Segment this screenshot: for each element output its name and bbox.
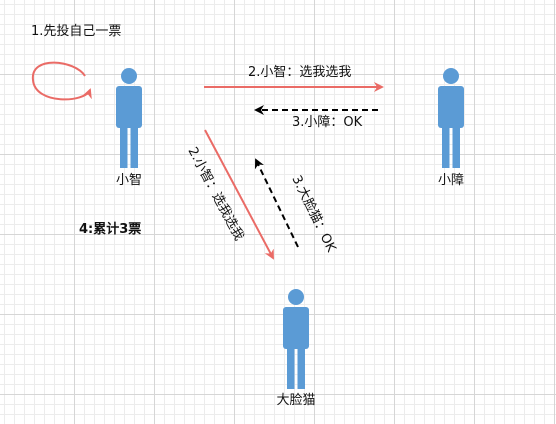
- vote-diagram: 1.先投自己一票 小智 小障 大脸猫 2.小智：选我选我 3.小障：OK 2.小…: [31, 23, 464, 408]
- node-label-dalianmao: 大脸猫: [276, 393, 315, 408]
- person-dalianmao-icon: [283, 289, 309, 389]
- person-xiaozhi-icon: [116, 68, 142, 168]
- self-vote-label: 1.先投自己一票: [31, 23, 121, 39]
- self-vote-loop: [31, 61, 92, 101]
- vote-to-xiaozhang-label: 2.小智：选我选我: [248, 65, 351, 80]
- vote-to-dalianmao-label: 2.小智：选我选我: [184, 145, 246, 243]
- node-label-xiaozhang: 小障: [438, 173, 464, 188]
- reply-from-xiaozhang-label: 3.小障：OK: [292, 115, 363, 130]
- total-votes-label: 4:累计3票: [79, 221, 141, 237]
- node-label-xiaozhi: 小智: [116, 173, 142, 188]
- person-xiaozhang-icon: [438, 68, 464, 168]
- reply-arrow-from-dalianmao: [254, 158, 299, 248]
